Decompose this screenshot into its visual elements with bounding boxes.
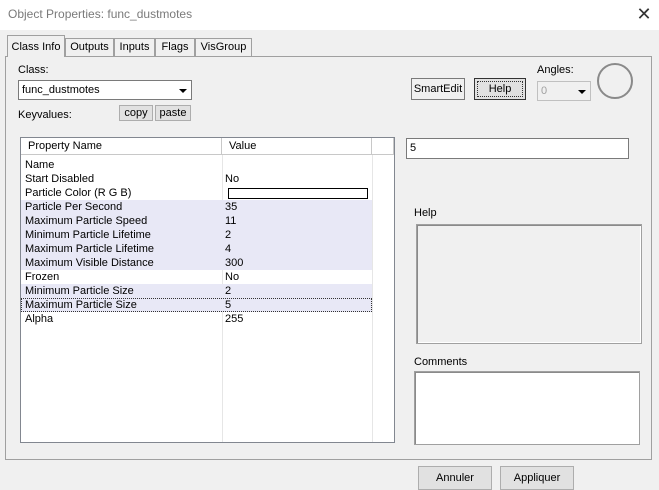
angles-value: 0 [541,85,548,97]
table-row[interactable]: Minimum Particle Lifetime 2 [21,228,372,242]
row-name: Particle Color (R G B) [25,187,132,199]
column-divider [372,155,373,442]
row-name: Maximum Visible Distance [25,257,154,269]
tab-class-info[interactable]: Class Info [7,35,65,57]
copy-button[interactable]: copy [119,105,153,121]
comments-label: Comments [414,356,468,368]
value-input-text: 5 [410,142,417,154]
value-input[interactable]: 5 [406,138,629,159]
close-icon[interactable]: ✕ [632,3,656,25]
row-name: Minimum Particle Lifetime [25,229,151,241]
window-title: Object Properties: func_dustmotes [8,7,193,21]
help-text-area [416,224,642,344]
table-row-selected[interactable]: Maximum Particle Size 5 [21,298,372,312]
table-row[interactable]: Minimum Particle Size 2 [21,284,372,298]
row-name: Particle Per Second [25,201,123,213]
chevron-down-icon[interactable] [574,82,590,100]
help-button[interactable]: Help [474,78,526,100]
table-row[interactable]: Particle Per Second 35 [21,200,372,214]
row-name: Maximum Particle Size [25,299,137,311]
row-value: No [225,173,240,185]
row-name: Alpha [25,313,54,325]
color-swatch[interactable] [228,188,368,199]
tab-inputs[interactable]: Inputs [114,38,155,56]
header-property-name[interactable]: Property Name [21,138,222,155]
row-value: 2 [225,229,232,241]
help-label: Help [414,207,437,219]
angles-label: Angles: [537,64,574,76]
table-row[interactable]: Maximum Visible Distance 300 [21,256,372,270]
row-value: 35 [225,201,238,213]
row-value: 255 [225,313,244,325]
row-name: Frozen [25,271,60,283]
row-name: Name [25,159,55,171]
table-row[interactable]: Maximum Particle Speed 11 [21,214,372,228]
row-name: Minimum Particle Size [25,285,134,297]
keyvalues-label: Keyvalues: [18,109,72,121]
table-row[interactable]: Particle Color (R G B) [21,186,372,200]
row-value: 5 [225,299,232,311]
row-value: 11 [225,215,237,227]
table-row[interactable]: Name [21,158,372,172]
apply-button[interactable]: Appliquer [500,466,574,490]
property-list[interactable]: Property Name Value Name Start Disabled … [20,137,395,443]
tab-flags[interactable]: Flags [155,38,195,56]
cancel-button[interactable]: Annuler [418,466,492,490]
row-value: 2 [225,285,232,297]
paste-button[interactable]: paste [155,105,191,121]
chevron-down-icon[interactable] [175,81,191,99]
table-row[interactable]: Maximum Particle Lifetime 4 [21,242,372,256]
class-value: func_dustmotes [22,84,100,96]
row-value: 4 [225,243,232,255]
smartedit-button[interactable]: SmartEdit [411,78,465,100]
table-row[interactable]: Frozen No [21,270,372,284]
row-name: Maximum Particle Speed [25,215,148,227]
tab-visgroup[interactable]: VisGroup [195,38,252,56]
row-name: Maximum Particle Lifetime [25,243,154,255]
table-row[interactable]: Alpha 255 [21,312,372,326]
header-extra [372,138,394,155]
comments-textarea[interactable] [414,371,640,445]
class-dropdown[interactable]: func_dustmotes [18,80,192,100]
header-value[interactable]: Value [222,138,372,155]
table-row[interactable]: Start Disabled No [21,172,372,186]
row-name: Start Disabled [25,173,95,185]
angles-dropdown[interactable]: 0 [537,81,591,101]
row-value: No [225,271,240,283]
class-label: Class: [18,64,49,76]
tab-outputs[interactable]: Outputs [65,38,114,56]
angle-dial[interactable] [597,63,633,99]
row-value: 300 [225,257,244,269]
